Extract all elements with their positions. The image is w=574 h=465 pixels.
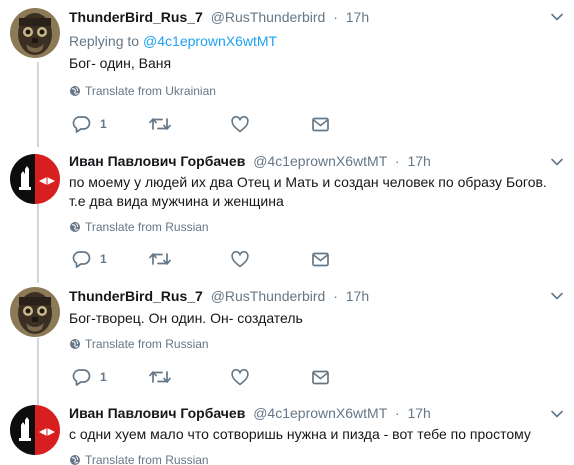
translate-label[interactable]: Translate from Russian [85,219,209,235]
reply-icon [72,369,91,386]
translate-label[interactable]: Translate from Russian [85,452,209,465]
reply-count: 1 [100,117,107,131]
skull-helmet-avatar-icon [10,8,60,58]
separator-dot: · [394,153,400,169]
translate-link[interactable]: Translate from Russian [69,452,209,465]
tweet-header: Иван Павлович Горбачев @4c1eprownX6wtMT … [69,403,431,423]
red-black-emblem-avatar-icon [10,154,60,204]
tweet[interactable]: Иван Павлович Горбачев @4c1eprownX6wtMT … [0,147,574,281]
user-handle[interactable]: @RusThunderbird [211,288,326,304]
translate-link[interactable]: Translate from Russian [69,336,209,352]
reply-button[interactable]: 1 [72,249,107,269]
reply-icon [72,251,91,268]
avatar[interactable] [10,405,60,455]
tweet-actions: 1 [69,367,349,387]
display-name[interactable]: Иван Павлович Горбачев [69,405,245,421]
envelope-icon [312,252,329,266]
skull-helmet-avatar-icon [10,287,60,337]
tweet-text: с одни хуем мало что сотворишь нужна и п… [69,426,531,442]
retweet-button[interactable] [149,367,171,387]
tweet-header: ThunderBird_Rus_7 @RusThunderbird · 17h [69,286,369,306]
reply-count: 1 [100,252,107,266]
tweet-text: по моему у людей их два Отец и Мать и со… [69,174,547,209]
tweet-text: Бог- один, Ваня [69,55,172,71]
direct-message-button[interactable] [312,114,329,134]
timestamp[interactable]: 17h [346,288,369,304]
tweet-actions: 1 [69,114,349,134]
tweet-header: ThunderBird_Rus_7 @RusThunderbird · 17h [69,7,369,27]
globe-icon [69,221,81,233]
reply-button[interactable]: 1 [72,114,107,134]
retweet-icon [149,118,171,130]
retweet-icon [149,253,171,265]
reply-button[interactable]: 1 [72,367,107,387]
retweet-button[interactable] [149,249,171,269]
display-name[interactable]: ThunderBird_Rus_7 [69,288,203,304]
envelope-icon [312,117,329,131]
chevron-down-icon[interactable] [550,407,564,421]
avatar[interactable] [10,154,60,204]
user-handle[interactable]: @4c1eprownX6wtMT [253,405,387,421]
reply-icon [72,116,91,133]
direct-message-button[interactable] [312,249,329,269]
retweet-button[interactable] [149,114,171,134]
user-handle[interactable]: @4c1eprownX6wtMT [253,153,387,169]
timestamp[interactable]: 17h [407,405,430,421]
envelope-icon [312,370,329,384]
display-name[interactable]: ThunderBird_Rus_7 [69,9,203,25]
globe-icon [69,454,81,465]
timestamp[interactable]: 17h [407,153,430,169]
separator-dot: · [333,9,338,25]
chevron-down-icon[interactable] [550,289,564,303]
tweet-header: Иван Павлович Горбачев @4c1eprownX6wtMT … [69,151,431,171]
red-black-emblem-avatar-icon [10,405,60,455]
separator-dot: · [394,405,400,421]
user-handle[interactable]: @RusThunderbird [211,9,326,25]
translate-label[interactable]: Translate from Russian [85,336,209,352]
separator-dot: · [333,288,338,304]
tweet-actions: 1 [69,249,349,269]
heart-icon [231,115,249,132]
like-button[interactable] [231,114,249,134]
timestamp[interactable]: 17h [346,9,369,25]
display-name[interactable]: Иван Павлович Горбачев [69,153,245,169]
heart-icon [231,250,249,267]
avatar[interactable] [10,8,60,58]
globe-icon [69,338,81,350]
mention-link[interactable]: @4c1eprownX6wtMT [143,33,277,49]
replying-to: Replying to @4c1eprownX6wtMT [69,32,277,50]
tweet-text: Бог-творец. Он один. Он- создатель [69,310,303,326]
like-button[interactable] [231,367,249,387]
globe-icon [69,85,81,97]
chevron-down-icon[interactable] [550,10,564,24]
retweet-icon [149,371,171,383]
translate-link[interactable]: Translate from Russian [69,219,209,235]
chevron-down-icon[interactable] [550,155,564,169]
tweet[interactable]: ThunderBird_Rus_7 @RusThunderbird · 17h … [0,0,574,147]
tweet[interactable]: Иван Павлович Горбачев @4c1eprownX6wtMT … [0,401,574,465]
replying-label: Replying to [69,33,140,49]
translate-label[interactable]: Translate from Ukrainian [85,83,216,99]
heart-icon [231,368,249,385]
translate-link[interactable]: Translate from Ukrainian [69,83,216,99]
like-button[interactable] [231,249,249,269]
avatar[interactable] [10,287,60,337]
direct-message-button[interactable] [312,367,329,387]
tweet[interactable]: ThunderBird_Rus_7 @RusThunderbird · 17h … [0,281,574,401]
reply-count: 1 [100,370,107,384]
